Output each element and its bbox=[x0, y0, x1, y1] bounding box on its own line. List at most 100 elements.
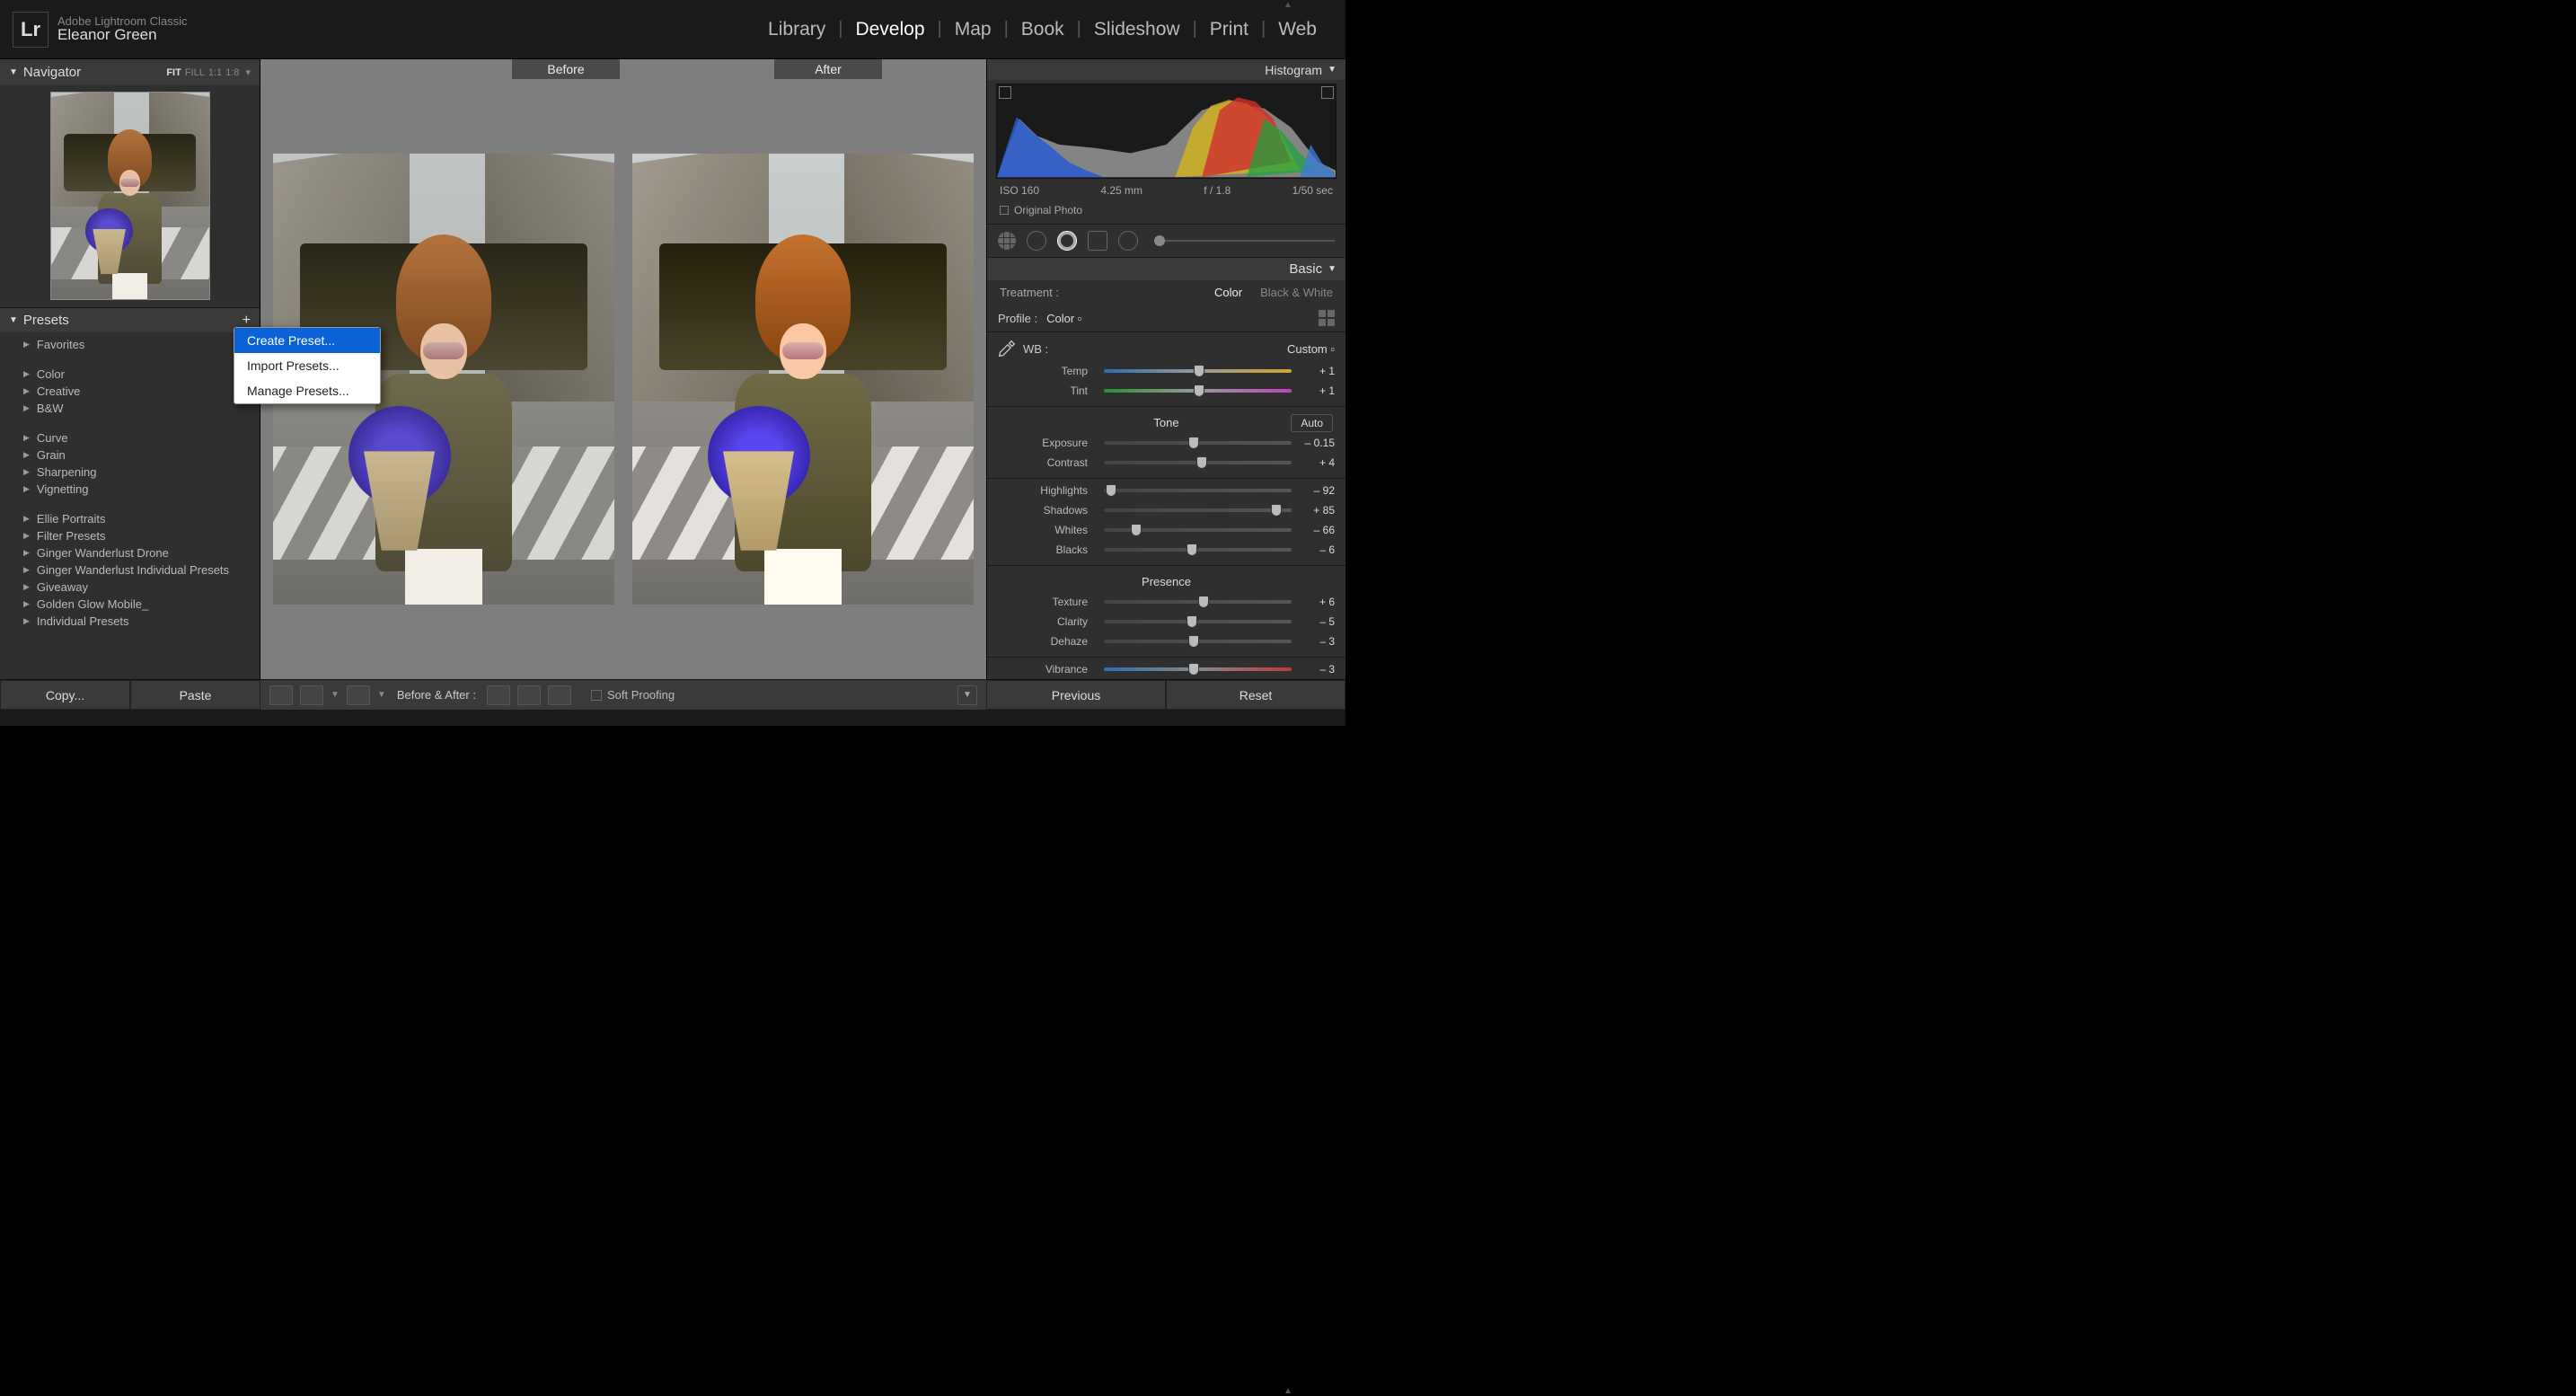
preset-group[interactable]: ▶Ginger Wanderlust Drone bbox=[0, 544, 260, 561]
reference-view-button[interactable] bbox=[300, 685, 323, 705]
slider-knob[interactable] bbox=[1187, 543, 1197, 556]
slider-knob[interactable] bbox=[1106, 484, 1116, 497]
previous-button[interactable]: Previous bbox=[986, 680, 1166, 710]
context-menu-item[interactable]: Manage Presets... bbox=[234, 378, 380, 403]
contrast-slider[interactable] bbox=[1104, 461, 1292, 464]
preset-group[interactable]: ▶Favorites bbox=[0, 336, 260, 353]
basic-panel-header[interactable]: Basic ▼ bbox=[987, 258, 1345, 280]
whites-slider[interactable] bbox=[1104, 528, 1292, 532]
radial-filter-tool[interactable] bbox=[1118, 231, 1138, 251]
treatment-color[interactable]: Color bbox=[1214, 286, 1242, 299]
module-library[interactable]: Library bbox=[755, 19, 838, 40]
eyedropper-icon[interactable] bbox=[998, 340, 1016, 358]
identity-plate[interactable]: Eleanor Green bbox=[57, 26, 188, 44]
preset-group[interactable]: ▶Vignetting bbox=[0, 481, 260, 498]
preset-group[interactable]: ▶Color bbox=[0, 366, 260, 383]
tint-slider[interactable] bbox=[1104, 389, 1292, 393]
shadow-clipping-icon[interactable] bbox=[999, 86, 1011, 99]
slider-knob[interactable] bbox=[1196, 456, 1207, 469]
slider-knob[interactable] bbox=[1188, 635, 1199, 648]
original-photo-toggle[interactable]: Original Photo bbox=[987, 200, 1345, 225]
bottom-panel-handle[interactable]: ▲ bbox=[1284, 1386, 1292, 1396]
slider-value[interactable]: + 85 bbox=[1299, 504, 1335, 517]
context-menu-item[interactable]: Import Presets... bbox=[234, 353, 380, 378]
preset-group[interactable]: ▶Grain bbox=[0, 446, 260, 464]
exposure-slider[interactable] bbox=[1104, 441, 1292, 445]
texture-slider[interactable] bbox=[1104, 600, 1292, 604]
preset-group[interactable]: ▶Individual Presets bbox=[0, 613, 260, 630]
add-preset-button[interactable]: + bbox=[243, 313, 251, 329]
soft-proofing-toggle[interactable]: Soft Proofing bbox=[591, 688, 675, 702]
slider-value[interactable]: + 4 bbox=[1299, 456, 1335, 469]
slider-value[interactable]: – 3 bbox=[1299, 635, 1335, 648]
brush-size-slider[interactable] bbox=[1154, 240, 1335, 242]
highlights-slider[interactable] bbox=[1104, 489, 1292, 492]
slider-knob[interactable] bbox=[1271, 504, 1282, 517]
module-develop[interactable]: Develop bbox=[842, 19, 937, 40]
slider-value[interactable]: – 66 bbox=[1299, 524, 1335, 536]
slider-knob[interactable] bbox=[1188, 437, 1199, 449]
paste-settings-button[interactable]: Paste bbox=[130, 680, 260, 710]
slider-knob[interactable] bbox=[1198, 596, 1209, 608]
slider-value[interactable]: + 1 bbox=[1299, 365, 1335, 377]
loupe-view-button[interactable] bbox=[269, 685, 293, 705]
histogram-header[interactable]: Histogram ▼ bbox=[987, 59, 1345, 80]
toolbar-expand-button[interactable]: ▼ bbox=[957, 685, 977, 705]
clarity-slider[interactable] bbox=[1104, 620, 1292, 623]
module-book[interactable]: Book bbox=[1009, 19, 1077, 40]
module-map[interactable]: Map bbox=[942, 19, 1004, 40]
slider-knob[interactable] bbox=[1188, 663, 1199, 676]
zoom-option-1-8[interactable]: 1:8 bbox=[225, 67, 239, 78]
graduated-filter-tool[interactable] bbox=[1088, 231, 1107, 251]
copy-after-to-before-button[interactable] bbox=[548, 685, 571, 705]
highlight-clipping-icon[interactable] bbox=[1321, 86, 1334, 99]
histogram[interactable] bbox=[996, 84, 1337, 178]
slider-value[interactable]: + 6 bbox=[1299, 596, 1335, 608]
context-menu-item[interactable]: Create Preset... bbox=[234, 328, 380, 353]
spot-removal-tool[interactable] bbox=[1027, 231, 1046, 251]
copy-settings-button[interactable]: Copy... bbox=[0, 680, 130, 710]
slider-knob[interactable] bbox=[1194, 365, 1204, 377]
module-print[interactable]: Print bbox=[1197, 19, 1261, 40]
preset-group[interactable]: ▶Golden Glow Mobile_ bbox=[0, 596, 260, 613]
slider-knob[interactable] bbox=[1131, 524, 1142, 536]
top-panel-handle[interactable]: ▲ bbox=[1284, 0, 1292, 10]
navigator-preview[interactable] bbox=[0, 84, 260, 307]
module-slideshow[interactable]: Slideshow bbox=[1081, 19, 1193, 40]
preset-group[interactable]: ▶Giveaway bbox=[0, 579, 260, 596]
copy-before-to-after-button[interactable] bbox=[517, 685, 541, 705]
vibrance-slider[interactable] bbox=[1104, 667, 1292, 671]
slider-value[interactable]: + 1 bbox=[1299, 384, 1335, 397]
module-web[interactable]: Web bbox=[1266, 19, 1329, 40]
zoom-dropdown-icon[interactable]: ▾ bbox=[243, 67, 251, 78]
zoom-option-FILL[interactable]: FILL bbox=[185, 67, 205, 78]
reset-button[interactable]: Reset bbox=[1166, 680, 1345, 710]
profile-browser-button[interactable] bbox=[1319, 310, 1335, 326]
redeye-tool[interactable] bbox=[1057, 231, 1077, 251]
preset-group[interactable]: ▶Ellie Portraits bbox=[0, 510, 260, 527]
treatment-bw[interactable]: Black & White bbox=[1260, 286, 1333, 299]
dropdown-chevron-icon[interactable]: ▼ bbox=[331, 690, 340, 700]
slider-knob[interactable] bbox=[1187, 615, 1197, 628]
auto-tone-button[interactable]: Auto bbox=[1291, 414, 1333, 432]
preset-group[interactable]: ▶Filter Presets bbox=[0, 527, 260, 544]
wb-dropdown[interactable]: Custom ▫ bbox=[1287, 342, 1335, 356]
crop-tool[interactable] bbox=[998, 232, 1016, 250]
slider-value[interactable]: – 5 bbox=[1299, 615, 1335, 628]
preset-group[interactable]: ▶B&W bbox=[0, 400, 260, 417]
slider-knob[interactable] bbox=[1194, 384, 1204, 397]
preset-group[interactable]: ▶Creative bbox=[0, 383, 260, 400]
preset-group[interactable]: ▶Sharpening bbox=[0, 464, 260, 481]
preset-group[interactable]: ▶Ginger Wanderlust Individual Presets bbox=[0, 561, 260, 579]
presets-header[interactable]: ▼ Presets + bbox=[0, 307, 260, 332]
slider-value[interactable]: – 92 bbox=[1299, 484, 1335, 497]
navigator-header[interactable]: ▼ Navigator FITFILL1:11:8 ▾ bbox=[0, 59, 260, 84]
dehaze-slider[interactable] bbox=[1104, 640, 1292, 643]
zoom-option-FIT[interactable]: FIT bbox=[166, 67, 181, 78]
after-image[interactable] bbox=[632, 154, 974, 605]
dropdown-chevron-icon[interactable]: ▼ bbox=[377, 690, 386, 700]
slider-value[interactable]: – 6 bbox=[1299, 543, 1335, 556]
preset-group[interactable]: ▶Curve bbox=[0, 429, 260, 446]
blacks-slider[interactable] bbox=[1104, 548, 1292, 552]
temp-slider[interactable] bbox=[1104, 369, 1292, 373]
